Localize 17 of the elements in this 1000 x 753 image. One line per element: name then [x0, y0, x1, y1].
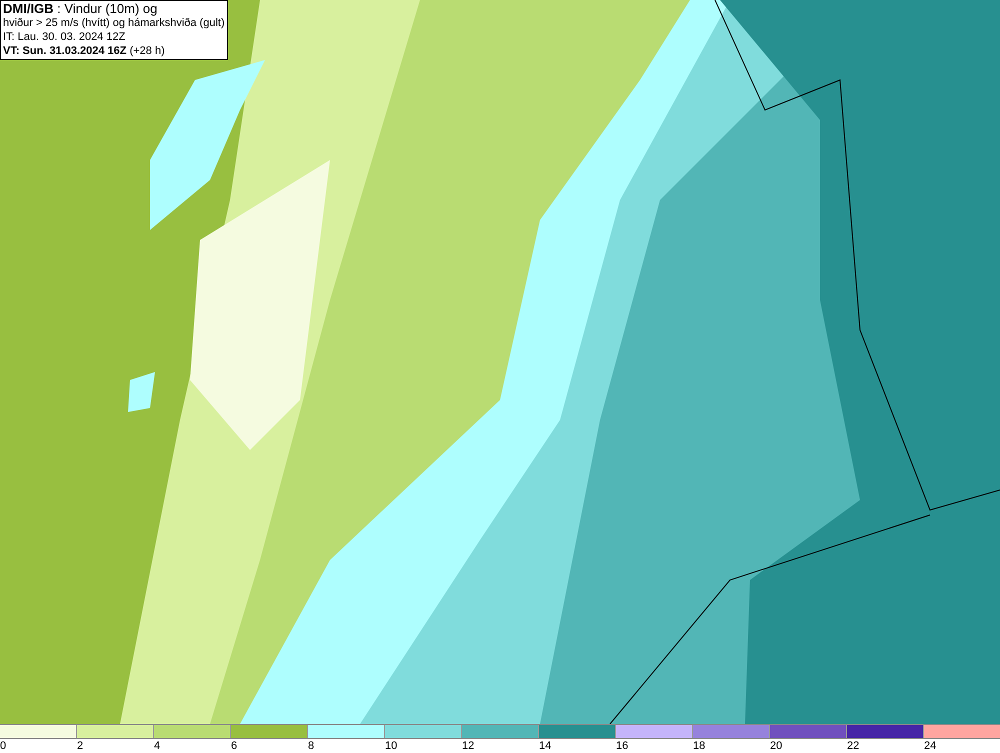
legend-tick-label: 16	[616, 739, 628, 753]
legend-tick-label: 2	[77, 739, 84, 753]
legend-tick-label: 24	[924, 739, 936, 753]
legend-tick-label: 10	[385, 739, 398, 753]
title-line: IT: Lau. 30. 03. 2024 12Z	[3, 30, 126, 44]
legend-tick-label: 8	[308, 739, 314, 753]
legend-tick-label: 14	[539, 739, 552, 753]
legend-tick-label: 4	[154, 739, 160, 753]
legend-tick-label: 6	[231, 739, 238, 753]
title-line: DMI/IGB : Vindur (10m) og	[3, 2, 158, 16]
title-line: hviður > 25 m/s (hvítt) og hámarkshviða (gult)	[3, 16, 225, 30]
legend-tick-label: 12	[462, 739, 474, 753]
legend-tick-label: 18	[693, 739, 706, 753]
title-line: VT: Sun. 31.03.2024 16Z (+28 h)	[3, 44, 166, 58]
legend-tick-label: 0	[0, 739, 6, 753]
legend-tick-label: 20	[770, 739, 782, 753]
legend-tick-label: 22	[847, 739, 860, 753]
